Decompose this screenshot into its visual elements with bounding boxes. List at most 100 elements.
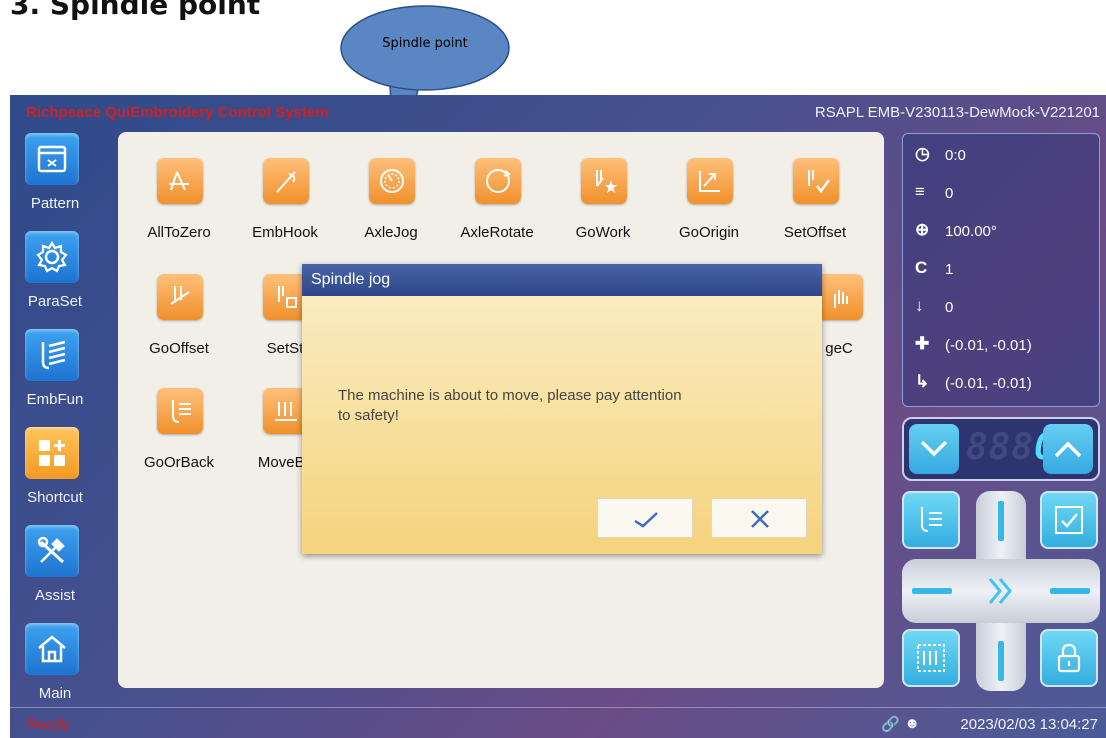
frame-check-icon: [1055, 506, 1083, 534]
user-icon: ☻: [904, 715, 920, 732]
offset-check-icon: [793, 158, 839, 204]
func-label: GoOrBack: [143, 454, 215, 471]
page-root: 3. Spindle point Spindle point Richpeace…: [0, 0, 1106, 738]
crosshair-icon: ✚: [915, 334, 930, 353]
hoop-button[interactable]: [902, 629, 960, 687]
close-icon: [751, 510, 769, 528]
nav-item-paraset[interactable]: ParaSet: [10, 231, 100, 329]
datetime: 2023/02/03 13:04:27: [960, 716, 1098, 733]
stitches-value: 0: [945, 185, 954, 202]
time-value: 0:0: [945, 147, 966, 164]
speed-toggle-button[interactable]: [984, 575, 1018, 607]
app-title: Richpeace QuiEmbroidery Control System: [26, 104, 329, 121]
gear-icon: [25, 231, 79, 283]
func-label: AxleRotate: [460, 224, 534, 241]
move-right-button[interactable]: [1050, 588, 1090, 594]
grid-plus-icon: [25, 427, 79, 479]
lock-icon: [1057, 643, 1081, 673]
star-needle-icon: [581, 158, 627, 204]
status-position: ✚ (-0.01, -0.01): [915, 334, 1095, 360]
position-value: (-0.01, -0.01): [945, 337, 1032, 354]
chevron-up-icon: [1054, 441, 1082, 458]
confirm-button[interactable]: [597, 498, 693, 538]
chevron-down-icon: [920, 440, 948, 457]
control-screen: Richpeace QuiEmbroidery Control System R…: [10, 95, 1106, 738]
nav-label: Assist: [34, 587, 75, 604]
status-stitches: ≡ 0: [915, 182, 1095, 208]
version-label: RSAPL EMB-V230113-DewMock-V221201: [814, 104, 1100, 121]
clock-icon: ◷: [915, 144, 930, 163]
increment-button[interactable]: [1043, 424, 1093, 474]
func-label: GoOffset: [149, 340, 209, 357]
folder-icon: [25, 133, 79, 185]
func-goorigin[interactable]: GoOrigin: [654, 158, 764, 248]
status-needle: ↓ 0: [915, 296, 1095, 322]
func-setoffset[interactable]: SetOffset: [760, 158, 870, 248]
needle-icon: [25, 329, 79, 381]
func-goorback[interactable]: GoOrBack: [124, 388, 234, 478]
func-label: AllToZero: [147, 224, 211, 241]
direction-pad: [902, 491, 1100, 691]
offset-needle-icon: [157, 274, 203, 320]
func-label: GoOrigin: [678, 224, 740, 241]
link-icon: 🔗: [881, 716, 900, 733]
needle-back-icon: [921, 507, 942, 532]
origin-icon: [687, 158, 733, 204]
cancel-button[interactable]: [711, 498, 807, 538]
nav-item-assist[interactable]: Assist: [10, 525, 100, 623]
needle-counter: 8880: [902, 417, 1100, 481]
nav-item-pattern[interactable]: Pattern: [10, 133, 100, 231]
rotate-360-icon: [475, 158, 521, 204]
move-down-button[interactable]: [998, 641, 1004, 681]
move-left-button[interactable]: [912, 588, 952, 594]
hook-icon: [263, 158, 309, 204]
counter-dim-digits: 888: [966, 427, 1035, 468]
status-color: C 1: [915, 258, 1095, 284]
status-panel: ◷ 0:0 ≡ 0 ⊕ 100.00° C 1 ↓ 0 ✚ (-0.01, -0…: [902, 133, 1100, 407]
dial-icon: [369, 158, 415, 204]
angle-value: 100.00°: [945, 223, 997, 240]
nav-item-embfun[interactable]: EmbFun: [10, 329, 100, 427]
func-gowork[interactable]: GoWork: [548, 158, 658, 248]
nav-label: Shortcut: [27, 489, 83, 506]
color-value: 1: [945, 261, 954, 278]
status-time: ◷ 0:0: [915, 144, 1095, 170]
func-axlerotate[interactable]: AxleRotate: [442, 158, 552, 248]
nav-label: Pattern: [30, 195, 80, 212]
spindle-jog-dialog: Spindle jog The machine is about to move…: [302, 264, 822, 554]
hoop-icon: [917, 644, 945, 672]
move-up-button[interactable]: [998, 501, 1004, 541]
frame-check-button[interactable]: [1040, 491, 1098, 549]
machine-status: Ready: [26, 716, 70, 733]
title-bar: Richpeace QuiEmbroidery Control System R…: [10, 95, 1106, 131]
status-origin: ↳ (-0.01, -0.01): [915, 372, 1095, 398]
nav-item-shortcut[interactable]: Shortcut: [10, 427, 100, 525]
callout-label: Spindle point: [382, 36, 468, 51]
stitch-count-icon: ≡: [915, 182, 925, 201]
func-axlejog[interactable]: AxleJog: [336, 158, 446, 248]
double-chevron-right-icon: [988, 578, 1012, 604]
needle-back-icon: [157, 388, 203, 434]
decrement-button[interactable]: [909, 424, 959, 474]
nav-label: EmbFun: [26, 391, 84, 408]
needle-value: 0: [945, 299, 954, 316]
nav-label: ParaSet: [27, 293, 83, 310]
tools-icon: [25, 525, 79, 577]
origin-value: (-0.01, -0.01): [945, 375, 1032, 392]
dialog-message: The machine is about to move, please pay…: [338, 387, 682, 424]
func-embhook[interactable]: EmbHook: [230, 158, 340, 248]
func-gooffset[interactable]: GoOffset: [124, 274, 234, 364]
lock-button[interactable]: [1040, 629, 1098, 687]
needle-bar-icon: ↓: [915, 296, 924, 315]
spindle-point-callout: Spindle point: [340, 5, 510, 175]
hand-icon: [817, 274, 863, 320]
counter-display: 8880: [966, 427, 1056, 471]
document-heading: 3. Spindle point: [10, 0, 261, 21]
needle-back-button[interactable]: [902, 491, 960, 549]
func-label: AxleJog: [364, 224, 418, 241]
func-label: GoWork: [575, 224, 631, 241]
func-alltozero[interactable]: AllToZero: [124, 158, 234, 248]
color-change-icon: C: [915, 258, 928, 277]
check-icon: [634, 512, 658, 528]
function-panel: AllToZero EmbHook AxleJog AxleRotate GoW…: [118, 132, 884, 688]
